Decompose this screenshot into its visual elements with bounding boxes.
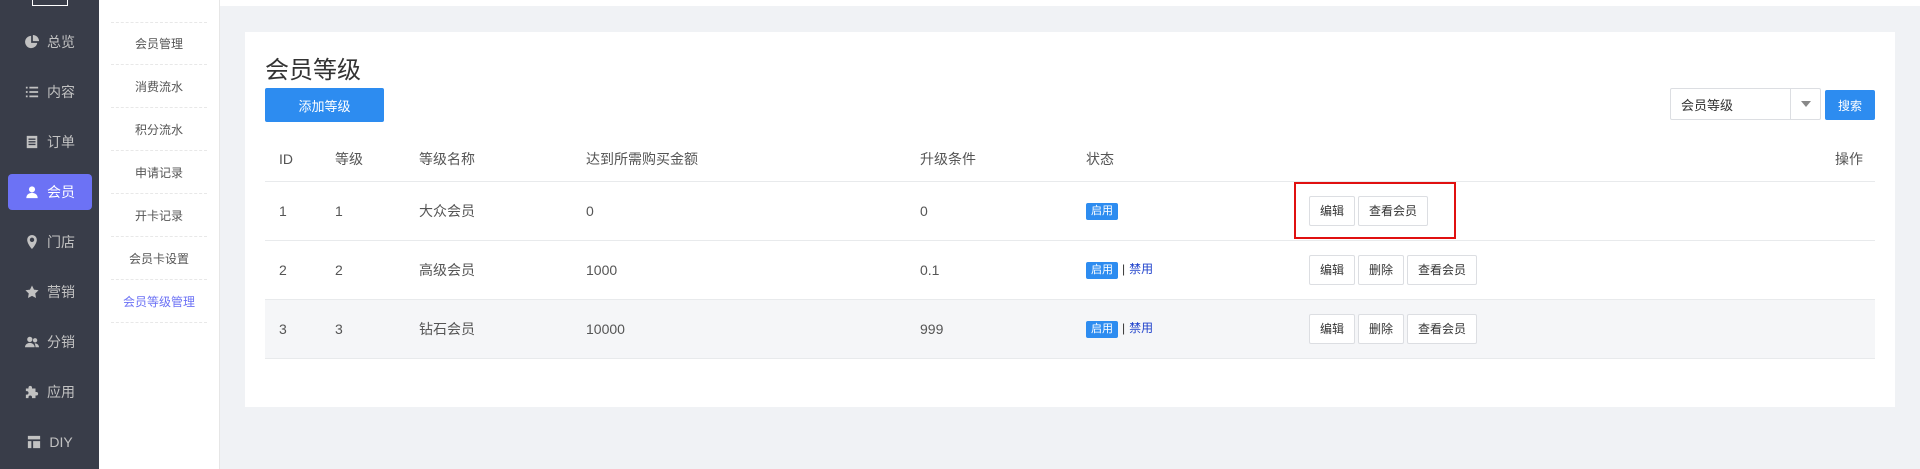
select-value: 会员等级 [1681, 97, 1734, 113]
delete-button[interactable]: 删除 [1358, 313, 1405, 344]
content-card: 会员等级 添加等级 会员等级 搜索 ID 等级 等级名称 达到所需购买金额 升级… [245, 32, 1895, 407]
nav-label: 内容 [47, 84, 75, 100]
table-row: 2 2 高级会员 1000 0.1 启用 | 禁用 编辑 删除 查看会员 [265, 240, 1875, 300]
nav-item-apps[interactable]: 应用 [8, 374, 92, 410]
cell-condition: 0.1 [920, 240, 1086, 300]
cell-actions: 编辑 删除 查看会员 [1309, 299, 1875, 359]
puzzle-icon [25, 385, 39, 399]
view-members-button[interactable]: 查看会员 [1407, 254, 1478, 285]
nav-label: 应用 [47, 384, 75, 400]
status-badge[interactable]: 启用 [1086, 262, 1118, 279]
delete-button[interactable]: 删除 [1358, 254, 1405, 285]
cell-actions: 编辑 删除 查看会员 [1309, 240, 1875, 300]
col-actions: 操作 [1309, 137, 1875, 182]
chevron-down-icon [1790, 89, 1820, 119]
cell-status: 启用 | 禁用 [1086, 240, 1309, 300]
col-id: ID [265, 137, 335, 182]
users-icon [25, 335, 39, 349]
cell-level: 2 [335, 240, 419, 300]
add-level-button[interactable]: 添加等级 [265, 88, 384, 122]
nav-item-marketing[interactable]: 营销 [8, 274, 92, 310]
main-sidebar: 总览 内容 订单 会员 门店 营销 分销 应用 DIY [0, 0, 99, 469]
nav-item-overview[interactable]: 总览 [8, 24, 92, 60]
nav-label: 会员 [47, 184, 75, 200]
cell-amount: 1000 [586, 240, 920, 300]
map-pin-icon [25, 235, 39, 249]
table-row: 3 3 钻石会员 10000 999 启用 | 禁用 编辑 删除 查看会员 [265, 299, 1875, 359]
nav-item-orders[interactable]: 订单 [8, 124, 92, 160]
page-title: 会员等级 [265, 57, 361, 84]
nav-label: 分销 [47, 334, 75, 350]
nav-item-members[interactable]: 会员 [8, 174, 92, 210]
cell-level: 3 [335, 299, 419, 359]
separator: | [1122, 262, 1126, 276]
cell-id: 2 [265, 240, 335, 300]
cell-status: 启用 | 禁用 [1086, 299, 1309, 359]
status-badge[interactable]: 启用 [1086, 321, 1118, 338]
col-level-name: 等级名称 [419, 137, 586, 182]
cell-condition: 0 [920, 181, 1086, 241]
disable-link[interactable]: 禁用 [1129, 262, 1153, 276]
order-doc-icon [25, 135, 39, 149]
col-amount: 达到所需购买金额 [586, 137, 920, 182]
user-icon [25, 185, 39, 199]
edit-button[interactable]: 编辑 [1309, 313, 1356, 344]
layout-icon [27, 435, 41, 449]
subnav-item-card-records[interactable]: 开卡记录 [111, 194, 207, 237]
subnav-item-level-management[interactable]: 会员等级管理 [111, 280, 207, 323]
cell-condition: 999 [920, 299, 1086, 359]
separator: | [1122, 321, 1126, 335]
cell-actions: 编辑 查看会员 [1309, 181, 1875, 241]
view-members-button[interactable]: 查看会员 [1358, 195, 1429, 226]
list-icon [25, 85, 39, 99]
star-icon [25, 285, 39, 299]
top-bar [220, 0, 1920, 6]
table-row: 1 1 大众会员 0 0 启用 编辑 查看会员 [265, 181, 1875, 241]
col-level: 等级 [335, 137, 419, 182]
cell-name: 大众会员 [419, 181, 586, 241]
level-table: ID 等级 等级名称 达到所需购买金额 升级条件 状态 操作 1 1 大众会员 … [265, 137, 1875, 359]
nav-label: 总览 [47, 34, 75, 50]
status-badge[interactable]: 启用 [1086, 203, 1118, 220]
subnav-item-points-flow[interactable]: 积分流水 [111, 108, 207, 151]
table-header: ID 等级 等级名称 达到所需购买金额 升级条件 状态 操作 [265, 137, 1875, 182]
subnav-item-application-records[interactable]: 申请记录 [111, 151, 207, 194]
nav-item-distribution[interactable]: 分销 [8, 324, 92, 360]
subnav-item-card-settings[interactable]: 会员卡设置 [111, 237, 207, 280]
col-condition: 升级条件 [920, 137, 1086, 182]
cell-id: 3 [265, 299, 335, 359]
member-subnav: 会员管理 消费流水 积分流水 申请记录 开卡记录 会员卡设置 会员等级管理 [99, 0, 220, 469]
nav-label: 门店 [47, 234, 75, 250]
cell-name: 高级会员 [419, 240, 586, 300]
subnav-item-consumption-flow[interactable]: 消费流水 [111, 65, 207, 108]
nav-label: 订单 [47, 134, 75, 150]
search-button[interactable]: 搜索 [1825, 90, 1875, 120]
nav-item-stores[interactable]: 门店 [8, 224, 92, 260]
nav-label: DIY [49, 434, 73, 450]
cell-level: 1 [335, 181, 419, 241]
pie-chart-icon [25, 35, 39, 49]
subnav-item-member-management[interactable]: 会员管理 [111, 22, 207, 65]
nav-item-content[interactable]: 内容 [8, 74, 92, 110]
cell-amount: 10000 [586, 299, 920, 359]
cell-id: 1 [265, 181, 335, 241]
cell-status: 启用 [1086, 181, 1309, 241]
edit-button[interactable]: 编辑 [1309, 195, 1356, 226]
search-type-select[interactable]: 会员等级 [1670, 88, 1821, 120]
disable-link[interactable]: 禁用 [1129, 321, 1153, 335]
col-status: 状态 [1086, 137, 1309, 182]
logo [32, 0, 68, 6]
nav-label: 营销 [47, 284, 75, 300]
cell-name: 钻石会员 [419, 299, 586, 359]
view-members-button[interactable]: 查看会员 [1407, 313, 1478, 344]
cell-amount: 0 [586, 181, 920, 241]
nav-item-diy[interactable]: DIY [8, 424, 92, 460]
edit-button[interactable]: 编辑 [1309, 254, 1356, 285]
